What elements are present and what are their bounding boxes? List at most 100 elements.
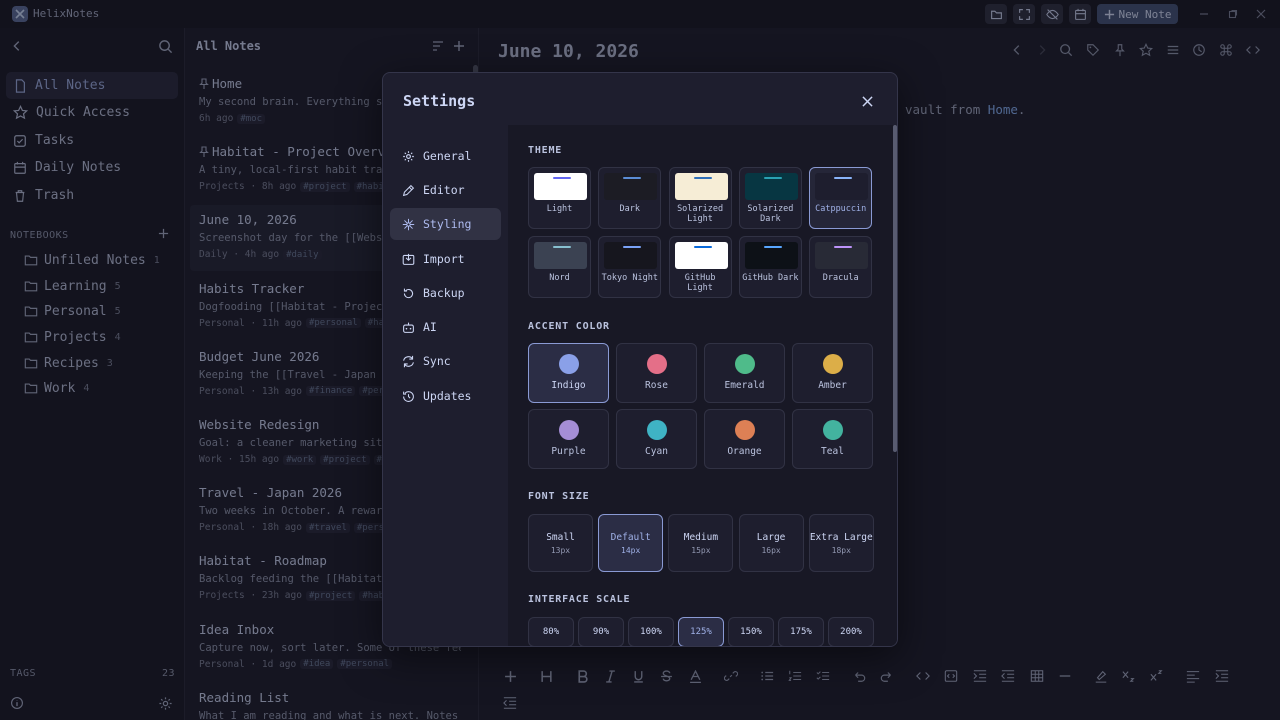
accent-option[interactable]: Orange	[704, 409, 785, 469]
theme-preview	[604, 242, 658, 269]
theme-name: GitHub Light	[684, 273, 716, 293]
settings-tab-sync[interactable]: Sync	[390, 345, 501, 377]
theme-preview-accent	[763, 246, 782, 248]
theme-option[interactable]: Light	[528, 167, 591, 229]
accent-option[interactable]: Teal	[792, 409, 873, 469]
settings-content: THEME ACCENT COLOR FONT SIZE INTERFACE S…	[508, 125, 897, 646]
accent-option[interactable]: Emerald	[704, 343, 785, 403]
theme-preview-accent	[834, 246, 853, 248]
theme-preview-accent	[553, 177, 571, 179]
accent-name: Cyan	[645, 446, 668, 457]
close-icon[interactable]	[859, 93, 875, 109]
settings-tab-label: Styling	[423, 217, 472, 231]
theme-option[interactable]: Solarized Light	[668, 167, 732, 229]
accent-swatch	[559, 420, 579, 440]
theme-preview	[815, 242, 869, 269]
theme-preview	[815, 173, 869, 200]
font-size-option[interactable]: Small 13px	[528, 514, 593, 572]
theme-preview	[534, 173, 587, 200]
theme-preview	[674, 173, 728, 200]
settings-tab-label: Editor	[423, 183, 465, 197]
interface-scale-option[interactable]: 150%	[728, 617, 774, 646]
accent-option[interactable]: Cyan	[616, 409, 697, 469]
accent-option[interactable]: Rose	[616, 343, 697, 403]
settings-tab-label: AI	[423, 320, 437, 334]
theme-preview	[744, 173, 798, 200]
gear-icon	[403, 150, 414, 162]
theme-option[interactable]: GitHub Light	[668, 236, 732, 298]
theme-name: Solarized Dark	[747, 204, 794, 224]
theme-preview	[744, 242, 798, 269]
accent-swatch	[823, 354, 843, 374]
import-icon	[402, 253, 415, 265]
settings-scrollbar[interactable]	[893, 125, 897, 452]
settings-tab-label: Backup	[423, 286, 465, 300]
accent-swatch	[647, 354, 667, 374]
settings-tab-label: Import	[423, 252, 465, 266]
font-size-label: Default	[610, 532, 651, 543]
interface-scale-option[interactable]: 175%	[778, 617, 824, 646]
font-size-value: 13px	[550, 546, 571, 555]
theme-option[interactable]: Dracula	[809, 236, 873, 298]
font-size-value: 15px	[691, 546, 711, 555]
font-size-option[interactable]: Default 14px	[598, 514, 664, 572]
accent-swatch	[647, 420, 667, 440]
backup-icon	[403, 288, 414, 298]
accent-name: Orange	[727, 446, 762, 457]
interface-scale-option[interactable]: 200%	[828, 617, 874, 646]
theme-heading: THEME	[528, 145, 563, 156]
interface-scale-option[interactable]: 100%	[628, 617, 674, 646]
accent-option[interactable]: Purple	[528, 409, 609, 469]
accent-name: Teal	[821, 446, 844, 457]
accent-name: Amber	[818, 380, 847, 391]
settings-tab-styling[interactable]: Styling	[390, 208, 501, 240]
font-size-label: Medium	[683, 532, 719, 543]
settings-tab-ai[interactable]: AI	[390, 311, 501, 343]
accent-heading: ACCENT COLOR	[528, 321, 610, 332]
settings-tab-label: General	[423, 149, 472, 163]
interface-scale-option[interactable]: 125%	[678, 617, 724, 646]
accent-swatch	[823, 420, 843, 440]
accent-swatch	[559, 354, 579, 374]
accent-name: Indigo	[551, 380, 586, 391]
theme-preview	[604, 173, 658, 200]
history-icon	[403, 390, 414, 402]
accent-option[interactable]: Amber	[792, 343, 873, 403]
settings-tab-label: Updates	[423, 389, 472, 403]
settings-tab-import[interactable]: Import	[390, 243, 501, 275]
interface-scale-option[interactable]: 90%	[578, 617, 624, 646]
font-size-heading: FONT SIZE	[528, 491, 590, 502]
theme-name: Solarized Light	[677, 204, 724, 224]
settings-tab-editor[interactable]: Editor	[390, 174, 501, 206]
settings-tab-general[interactable]: General	[390, 140, 501, 172]
interface-scale-option[interactable]: 80%	[528, 617, 574, 646]
accent-name: Rose	[645, 380, 668, 391]
pencil-icon	[402, 184, 415, 196]
theme-option[interactable]: Dark	[598, 167, 662, 229]
sparkle-icon	[402, 218, 415, 230]
theme-name: Catppuccin	[815, 204, 867, 214]
settings-nav: General Editor Styling Import Backup AI …	[383, 125, 508, 646]
theme-preview	[674, 242, 728, 269]
theme-name: GitHub Dark	[742, 273, 799, 283]
theme-name: Dracula	[822, 273, 859, 283]
theme-preview-accent	[623, 246, 642, 248]
settings-tab-label: Sync	[423, 354, 451, 368]
accent-name: Purple	[551, 446, 586, 457]
font-size-option[interactable]: Extra Large 18px	[808, 514, 874, 572]
font-size-option[interactable]: Large 16px	[738, 514, 804, 572]
settings-tab-updates[interactable]: Updates	[390, 380, 501, 412]
theme-option[interactable]: GitHub Dark	[738, 236, 802, 298]
theme-option[interactable]: Catppuccin	[809, 167, 873, 229]
font-size-option[interactable]: Medium 15px	[668, 514, 734, 572]
theme-preview-accent	[693, 177, 712, 179]
theme-name: Nord	[549, 273, 570, 283]
settings-tab-backup[interactable]: Backup	[390, 277, 501, 309]
theme-option[interactable]: Nord	[528, 236, 591, 298]
theme-option[interactable]: Tokyo Night	[598, 236, 662, 298]
sync-icon	[403, 355, 414, 367]
theme-preview-accent	[763, 177, 782, 179]
settings-title: Settings	[403, 92, 476, 110]
accent-option[interactable]: Indigo	[528, 343, 609, 403]
theme-option[interactable]: Solarized Dark	[738, 167, 802, 229]
